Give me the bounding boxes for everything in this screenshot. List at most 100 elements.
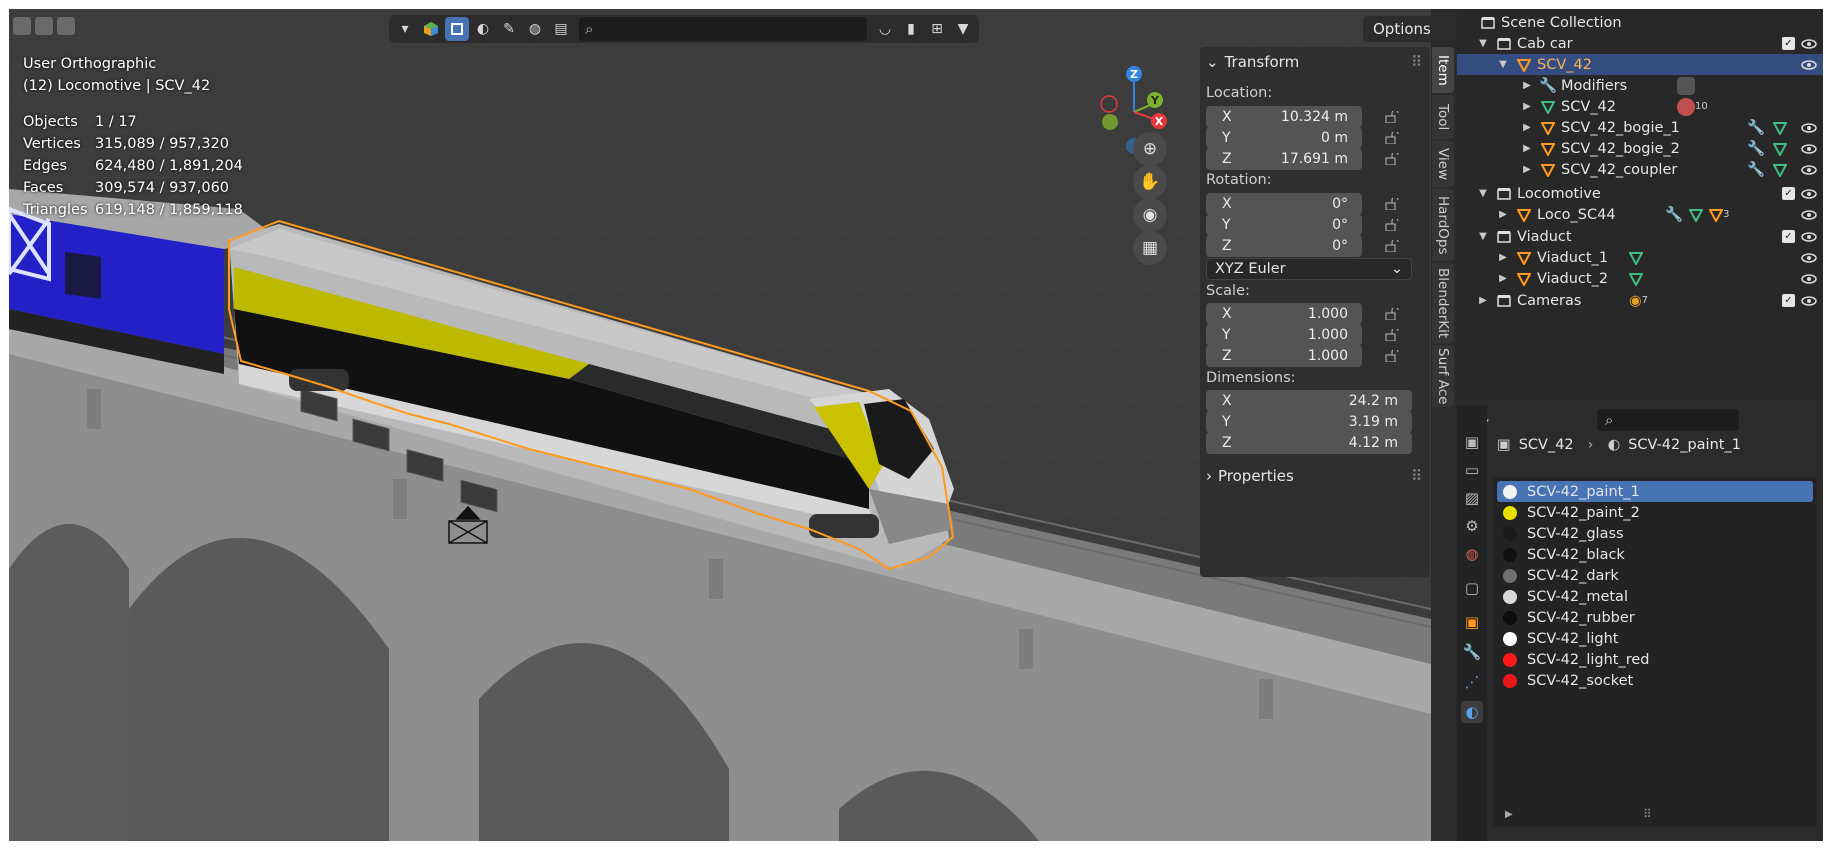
modifier-icon[interactable] bbox=[1677, 76, 1695, 95]
tab-surf-ace[interactable]: Surf Ace bbox=[1432, 345, 1454, 407]
list-item[interactable]: SCV-42_light bbox=[1497, 628, 1813, 649]
expand-triangle-icon[interactable]: ▼ bbox=[1477, 38, 1489, 49]
modifier-tab-icon[interactable]: 🔧 bbox=[1461, 641, 1483, 663]
outliner-row-viaduct[interactable]: ▼ Viaduct ✓ bbox=[1457, 226, 1823, 247]
tab-hardops[interactable]: HardOps bbox=[1432, 189, 1454, 261]
properties-panel-header[interactable]: › Properties ⠿ bbox=[1200, 461, 1430, 491]
eye-icon[interactable] bbox=[1801, 120, 1817, 136]
curve-icon[interactable]: ◡ bbox=[873, 17, 897, 41]
expand-triangle-icon[interactable]: ▶ bbox=[1477, 295, 1489, 306]
mode-icon[interactable] bbox=[57, 17, 75, 35]
camera-icon[interactable]: ◉ bbox=[1133, 198, 1167, 232]
dimensions-x-field[interactable]: X 24.2 m bbox=[1206, 390, 1412, 412]
expand-triangle-icon[interactable]: ▼ bbox=[1477, 188, 1489, 199]
gizmo-neg-y[interactable] bbox=[1102, 114, 1118, 130]
shading-rendered-icon[interactable]: ◍ bbox=[523, 17, 547, 41]
scene-tab-icon[interactable]: ⚙ bbox=[1461, 515, 1483, 537]
eye-icon[interactable] bbox=[1801, 57, 1817, 73]
tab-tool[interactable]: Tool bbox=[1432, 95, 1454, 139]
outliner-row-coupler[interactable]: ▶ SCV_42_coupler 🔧 bbox=[1457, 159, 1823, 180]
dimensions-y-field[interactable]: Y 3.19 m bbox=[1206, 411, 1412, 433]
lock-icon[interactable] bbox=[1382, 236, 1402, 256]
grid-icon[interactable]: ▦ bbox=[1133, 231, 1167, 265]
mesh-data-icon[interactable] bbox=[1773, 142, 1787, 156]
particles-tab-icon[interactable]: ⋰ bbox=[1461, 671, 1483, 693]
expand-triangle-icon[interactable]: ▶ bbox=[1497, 273, 1509, 284]
expand-triangle-icon[interactable]: ▶ bbox=[1521, 80, 1533, 91]
list-item[interactable]: SCV-42_light_red bbox=[1497, 649, 1813, 670]
outliner-row-bogie-2[interactable]: ▶ SCV_42_bogie_2 🔧 bbox=[1457, 138, 1823, 159]
camera-icon[interactable]: ◉ bbox=[1629, 293, 1642, 309]
tool-tab-icon[interactable]: ▣ bbox=[1461, 431, 1483, 453]
eye-icon[interactable] bbox=[1801, 229, 1817, 245]
chevron-down-icon[interactable]: ▾ bbox=[393, 17, 417, 41]
mesh-data-icon[interactable] bbox=[1629, 251, 1643, 265]
solid-select-icon[interactable] bbox=[445, 17, 469, 41]
expand-triangle-icon[interactable]: ▶ bbox=[1497, 252, 1509, 263]
list-item[interactable]: SCV-42_dark bbox=[1497, 565, 1813, 586]
list-item[interactable]: SCV-42_paint_1 bbox=[1497, 481, 1813, 502]
expand-triangle-icon[interactable]: ▶ bbox=[1521, 101, 1533, 112]
mode-icon[interactable] bbox=[35, 17, 53, 35]
dimensions-z-field[interactable]: Z 4.12 m bbox=[1206, 432, 1412, 454]
checkbox-icon[interactable]: ✓ bbox=[1782, 230, 1795, 243]
drag-handle-icon[interactable]: ⠿ bbox=[1411, 53, 1422, 71]
mesh-object-icon[interactable] bbox=[1709, 208, 1724, 222]
eye-icon[interactable] bbox=[1801, 36, 1817, 52]
list-item[interactable]: SCV-42_black bbox=[1497, 544, 1813, 565]
lock-icon[interactable] bbox=[1382, 128, 1402, 148]
eye-icon[interactable] bbox=[1801, 271, 1817, 287]
outliner-row-scene-collection[interactable]: Scene Collection bbox=[1457, 12, 1823, 33]
outliner-row-locomotive[interactable]: ▼ Locomotive ✓ bbox=[1457, 183, 1823, 204]
rotation-x-field[interactable]: X 0° bbox=[1206, 193, 1362, 215]
material-icon[interactable] bbox=[1677, 97, 1695, 116]
render-tab-icon[interactable]: ▭ bbox=[1461, 459, 1483, 481]
eye-icon[interactable] bbox=[1801, 141, 1817, 157]
mesh-data-icon[interactable] bbox=[1773, 163, 1787, 177]
gizmo-toggle-icon[interactable] bbox=[419, 17, 443, 41]
scale-y-field[interactable]: Y 1.000 bbox=[1206, 324, 1362, 346]
outliner-row-scv42-mesh[interactable]: ▶ SCV_42 10 bbox=[1457, 96, 1823, 117]
gizmo-neg-x[interactable] bbox=[1100, 95, 1118, 113]
location-x-field[interactable]: X 10.324 m bbox=[1206, 106, 1362, 128]
rotation-y-field[interactable]: Y 0° bbox=[1206, 214, 1362, 236]
editor-mode-buttons[interactable] bbox=[13, 17, 75, 35]
location-y-field[interactable]: Y 0 m bbox=[1206, 127, 1362, 149]
expand-triangle-icon[interactable]: ▶ bbox=[1505, 809, 1513, 820]
mesh-data-icon[interactable] bbox=[1689, 208, 1704, 222]
lock-icon[interactable] bbox=[1382, 325, 1402, 345]
wrench-icon[interactable]: 🔧 bbox=[1747, 119, 1765, 136]
wrench-icon[interactable]: 🔧 bbox=[1747, 161, 1765, 178]
output-tab-icon[interactable]: ▨ bbox=[1461, 487, 1483, 509]
eye-icon[interactable] bbox=[1801, 250, 1817, 266]
expand-triangle-icon[interactable]: ▼ bbox=[1477, 231, 1489, 242]
lock-icon[interactable] bbox=[1382, 107, 1402, 127]
brush-icon[interactable]: ▤ bbox=[549, 17, 573, 41]
eye-icon[interactable] bbox=[1801, 293, 1817, 309]
transform-panel-header[interactable]: ⌄ Transform ⠿ bbox=[1200, 47, 1430, 77]
3d-viewport[interactable]: ▾ ◐ ✎ ◍ ▤ ⌕ ◡ ▮ ⊞ ▼ Options ▾ User O bbox=[9, 9, 1431, 841]
material-tab-icon[interactable]: ◐ bbox=[1461, 701, 1483, 723]
expand-triangle-icon[interactable]: ▶ bbox=[1521, 164, 1533, 175]
outliner-row-modifiers[interactable]: ▶ 🔧 Modifiers bbox=[1457, 75, 1823, 96]
expand-triangle-icon[interactable]: ▼ bbox=[1497, 59, 1509, 70]
filter-icon[interactable]: ▼ bbox=[951, 17, 975, 41]
scale-x-field[interactable]: X 1.000 bbox=[1206, 303, 1362, 325]
outliner-row-viaduct-1[interactable]: ▶ Viaduct_1 bbox=[1457, 247, 1823, 268]
wrench-icon[interactable]: 🔧 bbox=[1747, 140, 1765, 157]
list-item[interactable]: SCV-42_glass bbox=[1497, 523, 1813, 544]
checkbox-icon[interactable]: ✓ bbox=[1782, 187, 1795, 200]
outliner-row-cab-car[interactable]: ▼ Cab car ✓ bbox=[1457, 33, 1823, 54]
list-item[interactable]: SCV-42_rubber bbox=[1497, 607, 1813, 628]
outliner-row-cameras[interactable]: ▶ Cameras ◉ 7 ✓ bbox=[1457, 290, 1823, 311]
location-z-field[interactable]: Z 17.691 m bbox=[1206, 148, 1362, 170]
outliner-row-loco-sc44[interactable]: ▶ Loco_SC44 🔧 3 bbox=[1457, 204, 1823, 225]
checkbox-icon[interactable]: ✓ bbox=[1782, 37, 1795, 50]
properties-search-input[interactable]: ⌕ bbox=[1597, 409, 1739, 431]
eye-icon[interactable] bbox=[1801, 162, 1817, 178]
mesh-data-icon[interactable] bbox=[1629, 272, 1643, 286]
lock-icon[interactable] bbox=[1382, 194, 1402, 214]
expand-triangle-icon[interactable]: ▶ bbox=[1521, 143, 1533, 154]
list-item[interactable]: SCV-42_paint_2 bbox=[1497, 502, 1813, 523]
tab-item[interactable]: Item bbox=[1432, 47, 1454, 93]
